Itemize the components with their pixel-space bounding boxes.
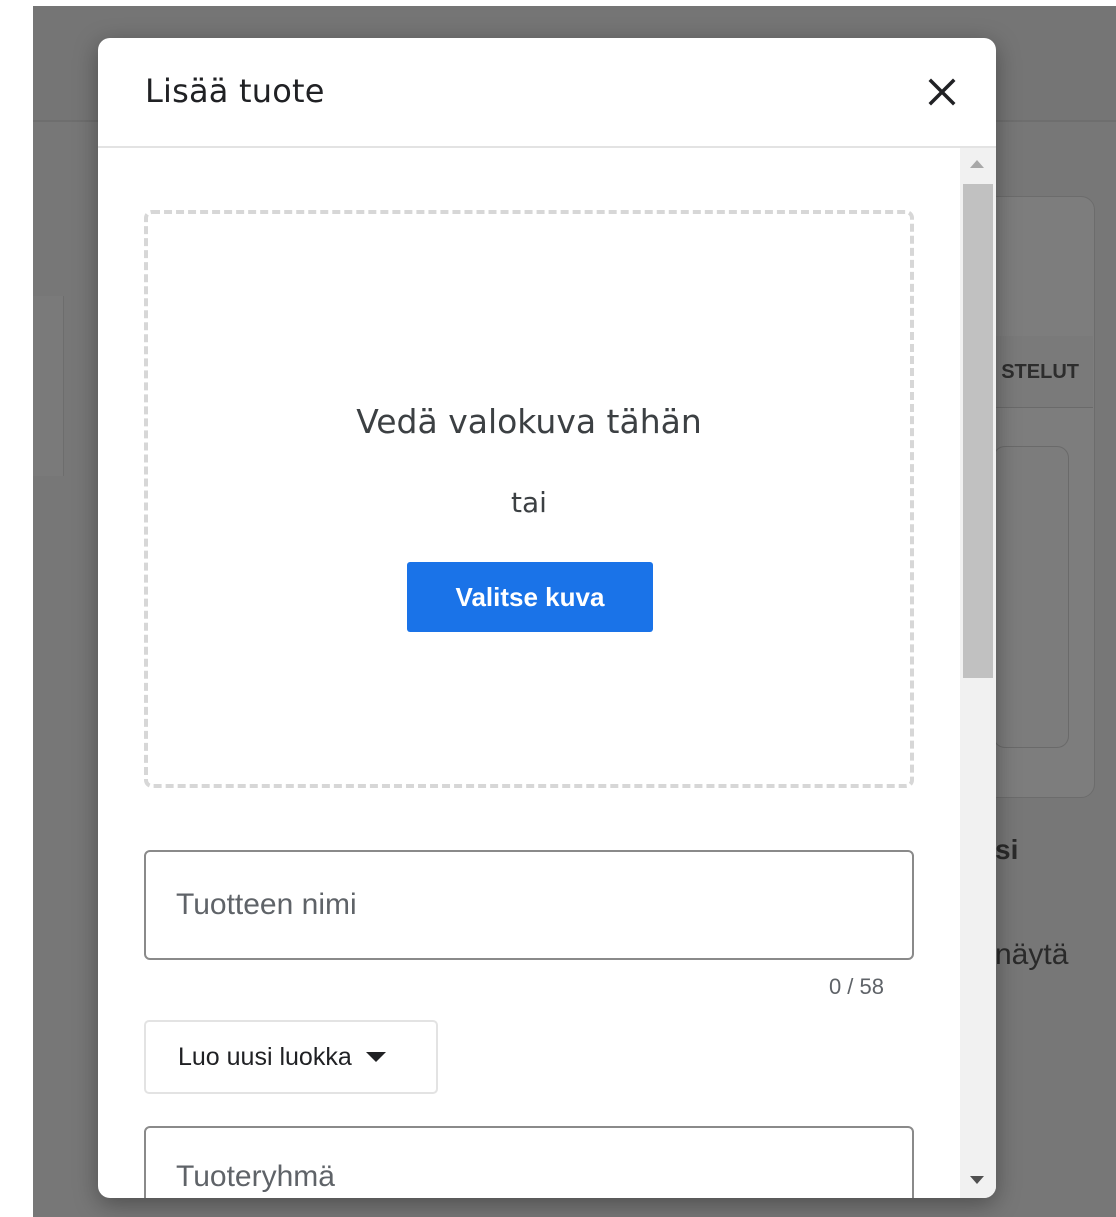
close-button[interactable]: [918, 68, 966, 116]
product-group-input[interactable]: Tuoteryhmä: [144, 1126, 914, 1198]
create-category-label: Luo uusi luokka: [178, 1042, 352, 1071]
dialog-header: Lisää tuote: [98, 38, 996, 148]
scroll-down-arrow-icon[interactable]: [970, 1176, 984, 1184]
dialog-body: Vedä valokuva tähän tai Valitse kuva Tuo…: [98, 148, 960, 1198]
scroll-thumb[interactable]: [963, 184, 993, 678]
caret-down-icon: [365, 1052, 386, 1062]
background-text: näytä: [995, 938, 1069, 971]
drop-instruction: Vedä valokuva tähän: [356, 402, 702, 441]
dialog-scrollbar[interactable]: [960, 148, 996, 1198]
background-heading: si: [995, 834, 1019, 865]
dialog-title: Lisää tuote: [145, 72, 325, 110]
background-tab: STELUT: [988, 336, 1093, 408]
add-product-dialog: Lisää tuote Vedä valokuva tähän tai Vali…: [98, 38, 996, 1198]
photo-dropzone[interactable]: Vedä valokuva tähän tai Valitse kuva: [144, 210, 914, 788]
product-name-input[interactable]: Tuotteen nimi: [144, 850, 914, 960]
background-left-panel: [33, 296, 64, 476]
character-counter: 0 / 58: [828, 974, 884, 999]
scroll-up-arrow-icon[interactable]: [970, 160, 984, 168]
drop-or-label: tai: [511, 486, 547, 519]
create-category-button[interactable]: Luo uusi luokka: [144, 1020, 438, 1094]
close-icon: [928, 78, 956, 106]
background-panel: [993, 446, 1069, 748]
choose-image-button[interactable]: Valitse kuva: [407, 562, 653, 632]
